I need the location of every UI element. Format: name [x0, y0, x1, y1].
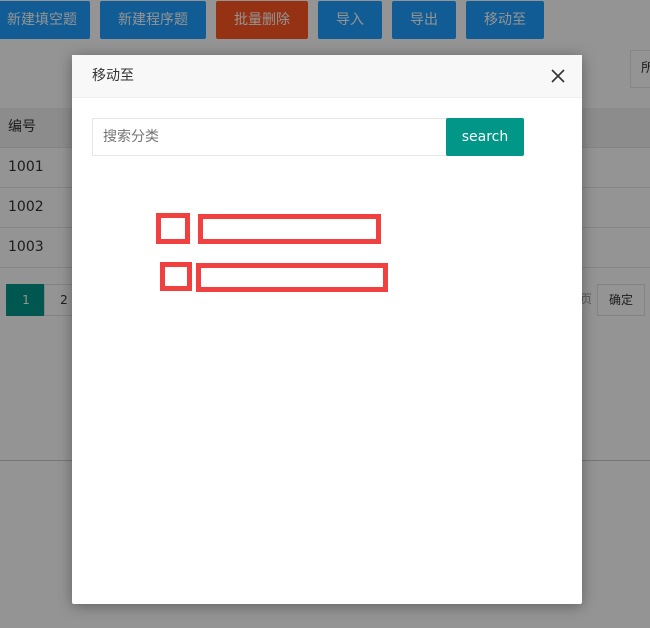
dialog-title: 移动至	[92, 68, 134, 84]
tree-item-checkbox[interactable]	[160, 262, 192, 291]
tree-item-label[interactable]	[196, 263, 388, 292]
close-icon[interactable]	[548, 55, 568, 97]
tree-item-label[interactable]	[198, 214, 381, 244]
search-button[interactable]: search	[446, 118, 524, 156]
category-search-input[interactable]	[92, 118, 462, 156]
dialog-header: 移动至	[72, 55, 582, 98]
tree-item-checkbox[interactable]	[156, 213, 190, 244]
move-to-dialog: 移动至 search	[72, 55, 582, 604]
